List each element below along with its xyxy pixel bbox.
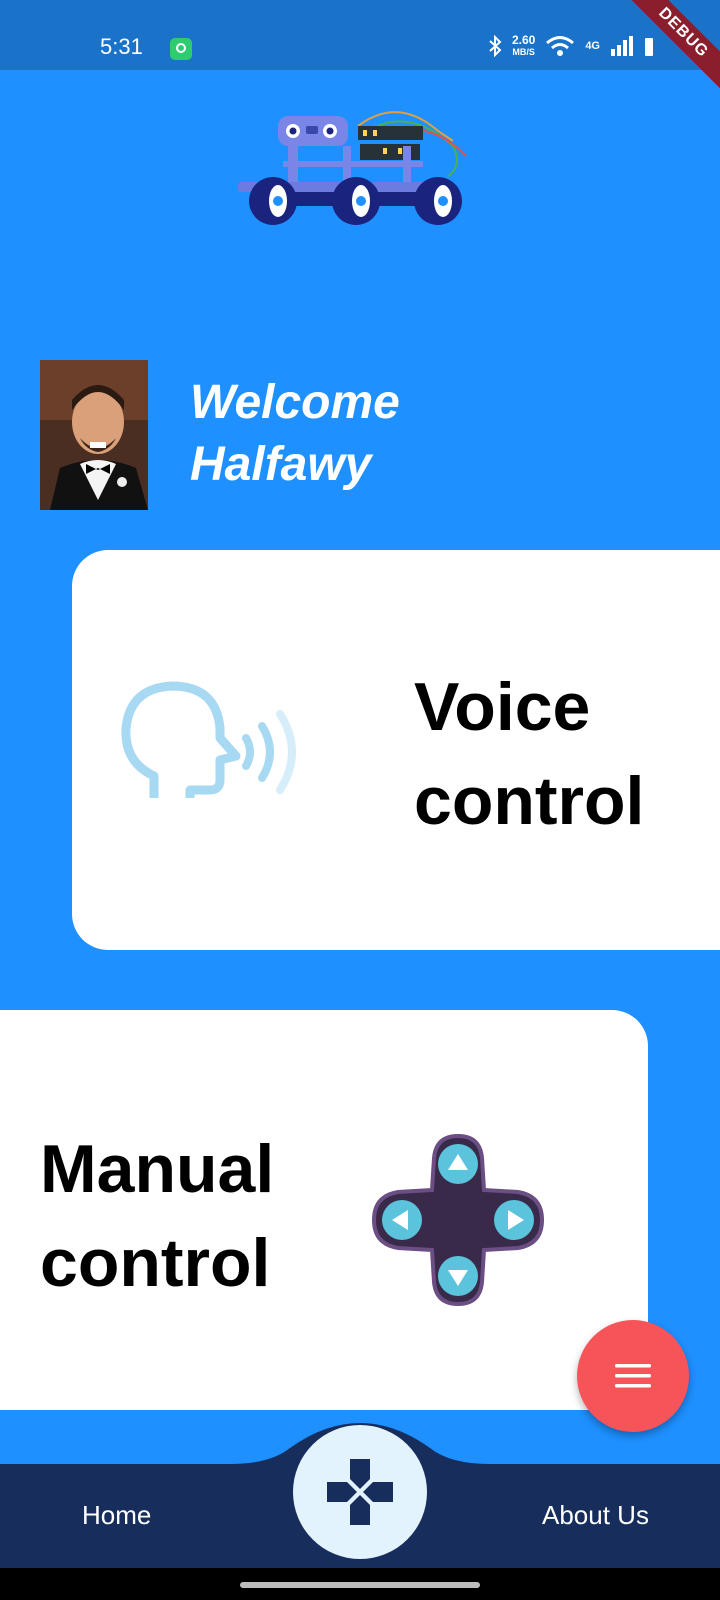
voice-control-title: Voice control bbox=[414, 660, 644, 848]
user-name: Halfawy bbox=[190, 438, 372, 491]
system-gesture-bar bbox=[0, 1568, 720, 1600]
manual-control-card[interactable]: Manual control bbox=[0, 1010, 648, 1410]
voice-title-line1: Voice bbox=[414, 669, 591, 745]
signal-icon bbox=[611, 36, 633, 56]
manual-control-title: Manual control bbox=[40, 1122, 274, 1310]
center-control-button[interactable] bbox=[293, 1425, 427, 1559]
speaking-head-icon bbox=[121, 681, 296, 798]
bluetooth-icon bbox=[489, 35, 502, 57]
voice-title-line2: control bbox=[414, 763, 645, 839]
avatar bbox=[40, 360, 148, 510]
hamburger-menu-icon bbox=[615, 1364, 651, 1388]
voice-control-card[interactable]: Voice control bbox=[72, 550, 720, 950]
robot-car-icon bbox=[238, 111, 467, 225]
network-speed: 2.60 MB/S bbox=[512, 34, 535, 58]
manual-title-line1: Manual bbox=[40, 1131, 275, 1207]
battery-icon bbox=[645, 38, 653, 56]
status-time: 5:31 bbox=[100, 34, 143, 59]
welcome-text: Welcome Halfawy bbox=[190, 372, 400, 496]
welcome-line: Welcome bbox=[190, 376, 400, 429]
status-icons: 2.60 MB/S 4G bbox=[488, 34, 654, 58]
network-speed-unit: MB/S bbox=[512, 47, 535, 57]
user-photo bbox=[40, 360, 148, 510]
network-type: 4G bbox=[585, 40, 600, 52]
network-speed-value: 2.60 bbox=[511, 33, 536, 47]
menu-fab[interactable] bbox=[577, 1320, 689, 1432]
upload-notification-icon bbox=[170, 38, 192, 60]
gamepad-dpad-icon bbox=[371, 1133, 545, 1307]
manual-title-line2: control bbox=[40, 1225, 271, 1301]
nav-about-us[interactable]: About Us bbox=[542, 1500, 649, 1531]
status-bar: 5:31 2.60 MB/S 4G DEBUG bbox=[0, 0, 720, 103]
nav-home[interactable]: Home bbox=[82, 1500, 151, 1531]
dpad-cross-icon bbox=[327, 1459, 393, 1525]
wifi-icon bbox=[546, 36, 575, 56]
gesture-handle[interactable] bbox=[240, 1582, 480, 1588]
